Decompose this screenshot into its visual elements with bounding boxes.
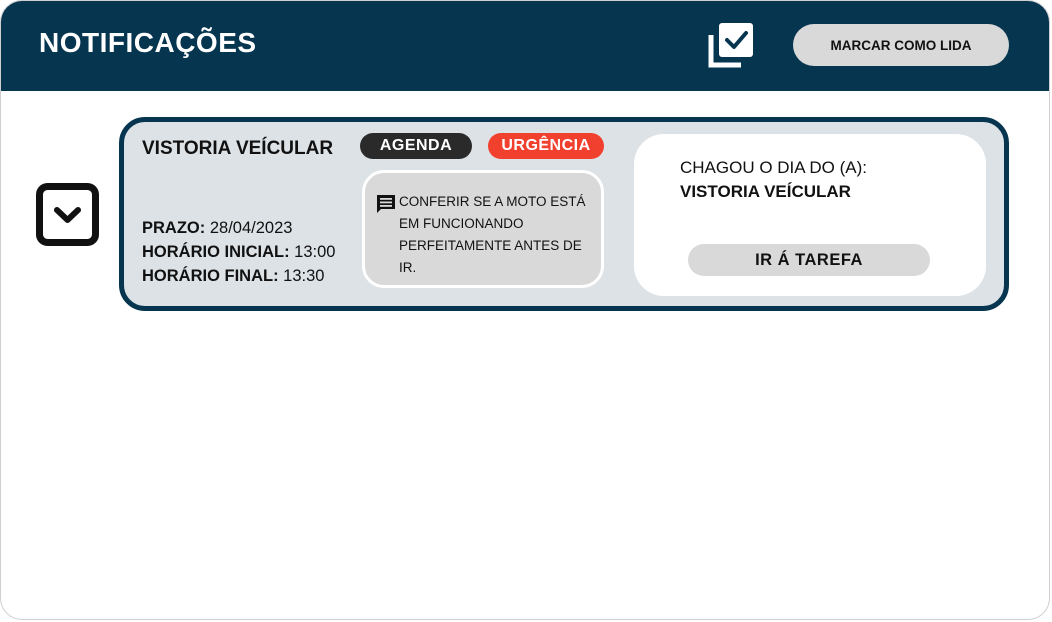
- end-time-row: HORÁRIO FINAL: 13:30: [142, 264, 335, 288]
- deadline-label: PRAZO:: [142, 219, 206, 237]
- start-time-row: HORÁRIO INICIAL: 13:00: [142, 240, 335, 264]
- notification-card[interactable]: VISTORIA VEÍCULAR AGENDA URGÊNCIA PRAZO:…: [119, 117, 1009, 311]
- notifications-window: NOTIFICAÇÕES MARCAR COMO LIDA VISTORIA V…: [0, 0, 1050, 620]
- go-to-task-button[interactable]: IR Á TAREFA: [688, 244, 930, 276]
- notification-title: VISTORIA VEÍCULAR: [142, 138, 334, 159]
- page-title: NOTIFICAÇÕES: [39, 27, 257, 58]
- end-time-label: HORÁRIO FINAL:: [142, 267, 279, 285]
- chevron-down-icon[interactable]: [36, 183, 99, 246]
- urgency-badge: URGÊNCIA: [488, 133, 604, 159]
- comment-box: CONFERIR SE A MOTO ESTÁ EM FUNCIONANDO P…: [362, 170, 604, 288]
- reminder-text: CHAGOU O DIA DO (A):: [680, 158, 868, 177]
- deadline-row: PRAZO: 28/04/2023: [142, 216, 335, 240]
- comment-icon: [377, 195, 395, 213]
- mark-all-check-icon[interactable]: [707, 21, 755, 69]
- header-bar: NOTIFICAÇÕES MARCAR COMO LIDA: [1, 1, 1049, 91]
- comment-text: CONFERIR SE A MOTO ESTÁ EM FUNCIONANDO P…: [399, 194, 586, 275]
- start-time-label: HORÁRIO INICIAL:: [142, 243, 290, 261]
- start-time-value: 13:00: [294, 243, 336, 261]
- agenda-badge: AGENDA: [360, 133, 472, 159]
- deadline-value: 28/04/2023: [209, 219, 293, 237]
- mark-as-read-button[interactable]: MARCAR COMO LIDA: [793, 24, 1009, 66]
- reminder-task-name: VISTORIA VEÍCULAR: [680, 182, 851, 201]
- end-time-value: 13:30: [283, 267, 325, 285]
- reminder-panel: CHAGOU O DIA DO (A): VISTORIA VEÍCULAR I…: [634, 134, 986, 296]
- schedule-details: PRAZO: 28/04/2023 HORÁRIO INICIAL: 13:00…: [142, 216, 335, 288]
